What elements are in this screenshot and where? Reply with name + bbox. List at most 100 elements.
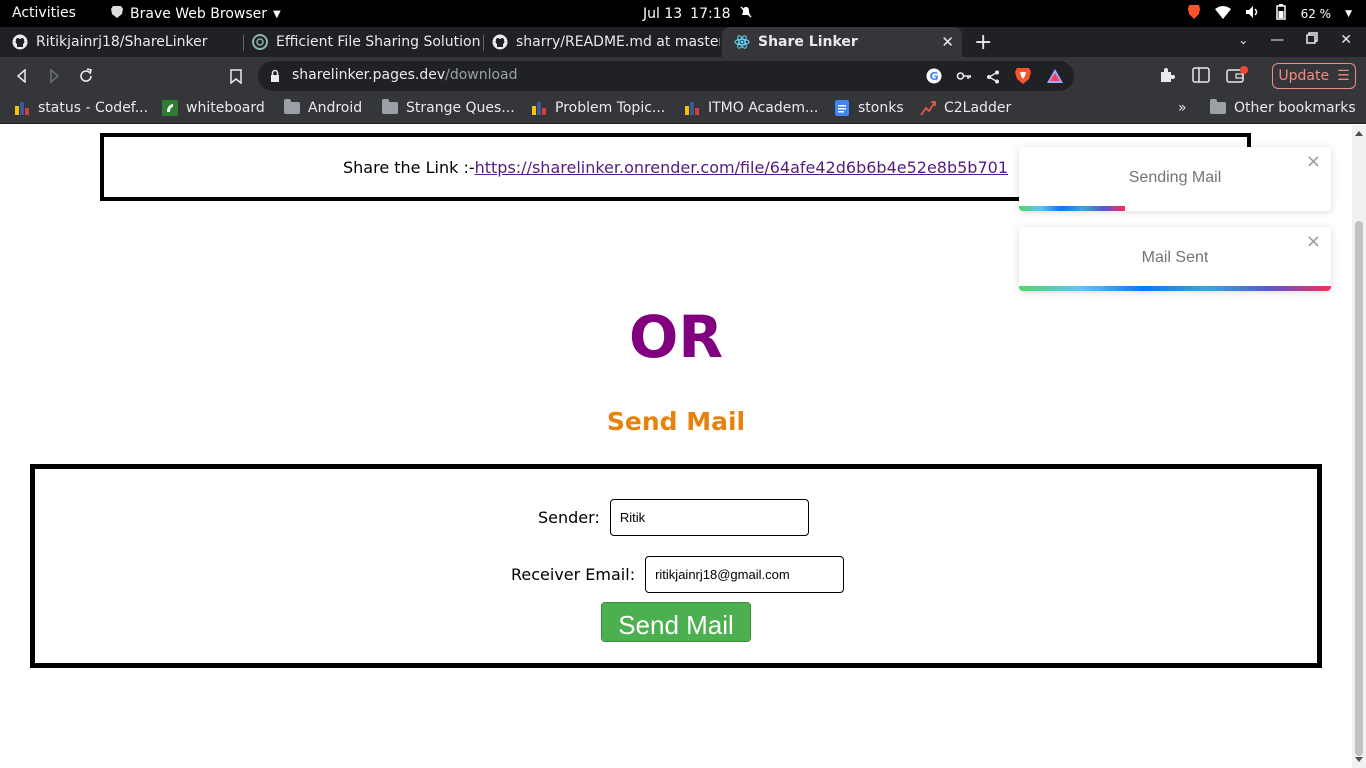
address-bar[interactable]: sharelinker.pages.dev/download G <box>258 61 1074 91</box>
lock-icon[interactable] <box>270 68 280 87</box>
battery-percent: 62 % <box>1300 6 1332 21</box>
update-button[interactable]: Update ☰ <box>1272 63 1356 89</box>
toast-message: Sending Mail <box>1128 169 1222 186</box>
notifications-muted-icon <box>739 5 753 23</box>
volume-icon <box>1245 5 1261 22</box>
bookmark-folder-android[interactable]: Android <box>284 99 363 116</box>
share-icon[interactable] <box>986 69 1000 88</box>
window-controls: ⌄ — ✕ <box>1238 32 1352 48</box>
react-icon <box>734 34 750 50</box>
codeforces-icon <box>684 100 700 116</box>
bookmark-whiteboard[interactable]: whiteboard <box>162 100 265 116</box>
tab-search-icon[interactable]: ⌄ <box>1238 33 1248 47</box>
send-mail-heading: Send Mail <box>606 407 746 436</box>
bookmark-problem-topics[interactable]: Problem Topic... <box>531 100 665 116</box>
system-top-bar: Activities Brave Web Browser ▼ Jul 13 17… <box>0 0 1366 27</box>
bookmark-label: Strange Ques... <box>406 100 515 116</box>
date: Jul 13 <box>643 6 683 22</box>
activities-button[interactable]: Activities <box>12 5 76 21</box>
brave-rewards-icon[interactable] <box>1046 68 1064 88</box>
bookmarks-bar: status - Codef... whiteboard Android Str… <box>0 95 1366 124</box>
docs-icon <box>834 100 850 116</box>
clock[interactable]: Jul 13 17:18 <box>643 5 753 23</box>
tab-sharelinker-repo[interactable]: Ritikjainrj18/ShareLinker <box>0 27 240 57</box>
menu-icon: ☰ <box>1337 68 1350 84</box>
toast-message: Mail Sent <box>1141 249 1209 266</box>
ladder-icon <box>920 100 936 116</box>
brave-icon <box>110 5 124 23</box>
url-text: sharelinker.pages.dev/download <box>292 67 518 83</box>
github-icon <box>492 34 508 50</box>
bookmark-label: status - Codef... <box>38 100 149 116</box>
forward-button[interactable] <box>44 66 64 86</box>
tab-title: Efficient File Sharing Solution <box>276 34 480 50</box>
tab-efficient-file-sharing[interactable]: Efficient File Sharing Solution <box>240 27 480 57</box>
folder-icon <box>284 99 300 116</box>
extensions-icon[interactable] <box>1158 66 1176 88</box>
toast-sending-mail: Sending Mail × <box>1019 147 1331 211</box>
close-tab-icon[interactable]: ✕ <box>941 33 954 51</box>
github-icon <box>12 34 28 50</box>
page-scrollbar[interactable] <box>1352 125 1366 768</box>
folder-icon <box>382 99 398 116</box>
new-tab-button[interactable]: + <box>974 30 992 55</box>
minimize-icon[interactable]: — <box>1270 32 1284 48</box>
key-icon[interactable] <box>956 68 972 88</box>
receiver-email-input[interactable] <box>645 556 845 593</box>
back-button[interactable] <box>12 66 32 86</box>
brave-shields-icon[interactable] <box>1014 67 1032 89</box>
bookmark-folder-strange-questions[interactable]: Strange Ques... <box>382 99 515 116</box>
codeforces-icon <box>14 100 30 116</box>
bookmark-itmo-academy[interactable]: ITMO Academ... <box>684 100 818 116</box>
bookmark-stonks[interactable]: stonks <box>834 100 904 116</box>
url-path: /download <box>445 67 518 83</box>
bookmarks-overflow-icon[interactable]: » <box>1178 100 1187 116</box>
restore-icon[interactable] <box>1306 32 1319 48</box>
sidebar-icon[interactable] <box>1192 67 1210 87</box>
google-icon[interactable]: G <box>926 68 942 88</box>
tab-title: Ritikjainrj18/ShareLinker <box>36 34 208 50</box>
share-link[interactable]: https://sharelinker.onrender.com/file/64… <box>475 158 1008 177</box>
bookmark-label: ITMO Academ... <box>708 100 819 116</box>
toast-mail-sent: Mail Sent × <box>1019 227 1331 291</box>
reload-button[interactable] <box>76 66 96 86</box>
brave-shield-icon <box>1187 4 1201 23</box>
send-mail-form: Sender: Receiver Email: Send Mail <box>30 464 1322 668</box>
receiver-row: Receiver Email: <box>511 556 845 593</box>
bookmark-label: whiteboard <box>186 100 265 116</box>
sender-label: Sender: <box>538 508 600 527</box>
or-divider-text: OR <box>629 303 723 371</box>
system-tray[interactable]: 62 % ▼ <box>1187 4 1352 23</box>
bookmark-label: Problem Topic... <box>555 100 666 116</box>
close-window-icon[interactable]: ✕ <box>1340 32 1352 48</box>
tab-title: sharry/README.md at master <box>516 34 720 50</box>
toast-close-icon[interactable]: × <box>1306 231 1321 252</box>
wallet-icon[interactable] <box>1226 66 1248 88</box>
sender-input[interactable] <box>609 499 809 536</box>
tab-share-linker[interactable]: Share Linker ✕ <box>722 27 962 57</box>
toast-close-icon[interactable]: × <box>1306 151 1321 172</box>
toast-progress-bar <box>1019 286 1331 291</box>
page-viewport: Share the Link :- https://sharelinker.onr… <box>0 125 1366 768</box>
bookmark-icon[interactable] <box>226 66 246 86</box>
send-mail-button[interactable]: Send Mail <box>601 602 751 642</box>
toolbar-actions <box>1158 66 1248 88</box>
bookmark-c2ladder[interactable]: C2Ladder <box>920 100 1011 116</box>
bookmark-label: Android <box>308 100 363 116</box>
sender-row: Sender: <box>538 499 809 536</box>
scroll-down-icon[interactable] <box>1355 757 1363 762</box>
chevron-down-icon: ▼ <box>273 8 281 20</box>
url-domain: sharelinker.pages.dev <box>292 67 446 83</box>
scroll-up-icon[interactable] <box>1355 131 1363 136</box>
app-menu[interactable]: Brave Web Browser ▼ <box>110 5 281 23</box>
power-menu-icon: ▼ <box>1345 8 1352 19</box>
receiver-email-label: Receiver Email: <box>511 565 636 584</box>
app-name: Brave Web Browser <box>130 6 267 22</box>
scrollbar-thumb[interactable] <box>1355 221 1363 756</box>
bookmark-status-codeforces[interactable]: status - Codef... <box>14 100 148 116</box>
bookmark-other-bookmarks[interactable]: Other bookmarks <box>1210 99 1356 116</box>
battery-icon <box>1275 4 1287 23</box>
wifi-icon <box>1214 5 1231 22</box>
tab-sharry-readme[interactable]: sharry/README.md at master <box>480 27 720 57</box>
chatgpt-icon <box>252 34 268 50</box>
